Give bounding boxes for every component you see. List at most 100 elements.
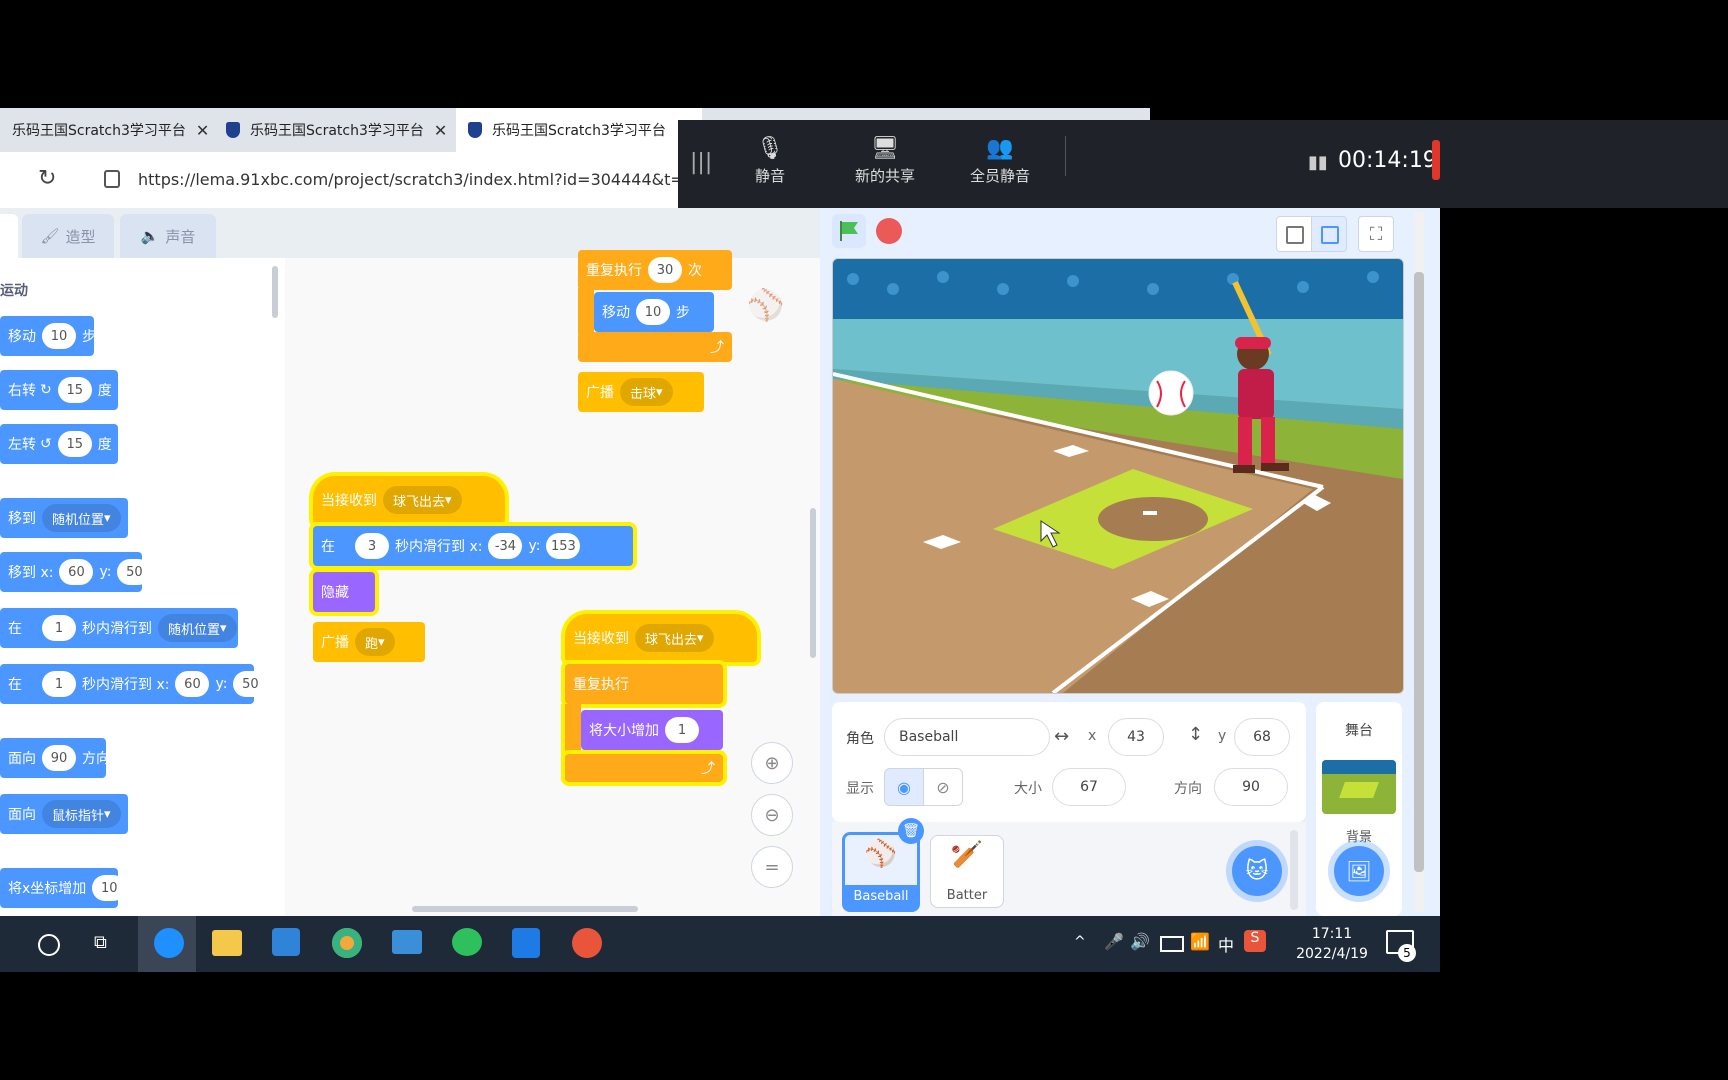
close-icon[interactable]: ✕: [196, 121, 209, 140]
block-dropdown[interactable]: 球飞出去 ▾: [383, 486, 462, 514]
sprite-list-scrollbar[interactable]: [1290, 830, 1298, 910]
palette-block-glide-xy[interactable]: 在 1 秒内滑行到 x: 60 y: 50: [0, 664, 268, 704]
block-broadcast[interactable]: 广播 击球 ▾: [578, 372, 704, 412]
add-sprite-button[interactable]: 🐱: [1232, 846, 1282, 896]
stage-canvas[interactable]: [832, 258, 1404, 694]
block-input[interactable]: 1: [42, 615, 76, 641]
chevron-up-icon[interactable]: ^: [1074, 934, 1086, 950]
palette-scrollbar[interactable]: [272, 266, 278, 318]
script-v-scrollbar[interactable]: [810, 508, 816, 658]
stage-thumbnail[interactable]: [1322, 760, 1396, 814]
block-dropdown[interactable]: 鼠标指针 ▾: [42, 800, 121, 828]
palette-block-point-towards[interactable]: 面向 鼠标指针 ▾: [0, 794, 128, 834]
tab-sounds[interactable]: 🔈 声音: [120, 214, 216, 258]
block-dropdown[interactable]: 跑 ▾: [355, 628, 395, 656]
zoom-reset-button[interactable]: =: [751, 846, 793, 888]
page-scrollbar-thumb[interactable]: [1414, 272, 1424, 872]
palette-block-glide-random[interactable]: 在 1 秒内滑行到 随机位置 ▾: [0, 608, 238, 648]
block-input[interactable]: 10: [42, 323, 76, 349]
block-forever-end[interactable]: ⤴: [565, 754, 723, 782]
sprite-tile-baseball[interactable]: ⚾ Baseball: [842, 832, 920, 912]
task-view-icon[interactable]: ⧉: [94, 932, 107, 953]
mute-button[interactable]: 🎙 静音: [720, 136, 820, 186]
tab-costumes[interactable]: 🖌 造型: [22, 214, 114, 258]
block-input[interactable]: 50: [233, 671, 268, 697]
meeting-app-icon[interactable]: [512, 928, 540, 958]
block-input[interactable]: -34: [488, 533, 523, 559]
end-meeting-button[interactable]: [1432, 140, 1440, 180]
size-input[interactable]: 67: [1052, 768, 1126, 806]
block-input[interactable]: 50: [117, 559, 152, 585]
block-repeat-end[interactable]: ⤴: [578, 332, 732, 362]
block-input[interactable]: 90: [42, 745, 76, 771]
sprite-name-input[interactable]: Baseball: [884, 718, 1050, 756]
color-app-icon[interactable]: [332, 928, 362, 958]
block-repeat[interactable]: 重复执行 30 次: [578, 250, 732, 290]
block-input[interactable]: 1: [42, 671, 76, 697]
block-glide-xy[interactable]: 在 3 秒内滑行到 x: -34 y: 153: [313, 526, 633, 566]
block-hide[interactable]: 隐藏: [313, 572, 375, 612]
clock-time[interactable]: 17:11: [1290, 926, 1374, 942]
close-icon[interactable]: ✕: [434, 121, 447, 140]
palette-block-goto-xy[interactable]: 移到 x: 60 y: 50: [0, 552, 152, 592]
file-explorer-icon[interactable]: [212, 930, 242, 956]
block-move[interactable]: 移动 10 步: [594, 292, 714, 332]
script-area[interactable]: 重复执行 30 次 移动 10 步 ⤴ 广播 击球 ▾ ⚾ 当接收到 球飞出去 …: [285, 250, 820, 916]
ime-indicator[interactable]: 中: [1218, 932, 1234, 956]
block-input[interactable]: 30: [648, 257, 682, 283]
large-stage-button[interactable]: [1311, 216, 1347, 252]
zoom-in-button[interactable]: ⊕: [751, 742, 793, 784]
app-red-icon[interactable]: [572, 928, 602, 958]
block-input[interactable]: 60: [175, 671, 210, 697]
block-input[interactable]: 10: [92, 875, 127, 901]
show-hidden-button[interactable]: ⊘: [923, 768, 963, 806]
block-input[interactable]: 10: [636, 299, 670, 325]
sogou-icon[interactable]: S: [1244, 930, 1266, 952]
block-dropdown[interactable]: 球飞出去 ▾: [635, 624, 714, 652]
fullscreen-button[interactable]: ⛶: [1358, 216, 1394, 252]
block-forever[interactable]: 重复执行: [565, 664, 723, 704]
new-share-button[interactable]: 🖥 新的共享: [835, 136, 935, 186]
show-visible-button[interactable]: ◉: [884, 768, 924, 806]
palette-block-point-direction[interactable]: 面向 90 方向: [0, 738, 110, 778]
block-input[interactable]: 15: [57, 431, 92, 457]
wechat-icon[interactable]: [452, 928, 482, 956]
search-icon[interactable]: [38, 934, 60, 956]
zoom-out-button[interactable]: ⊖: [751, 794, 793, 836]
x-input[interactable]: 43: [1108, 718, 1164, 756]
palette-block-move[interactable]: 移动 10 步: [0, 316, 96, 356]
tab-code[interactable]: [0, 214, 18, 258]
browser-tab-3[interactable]: 乐码王国Scratch3学习平台 ✕: [456, 108, 702, 152]
block-input[interactable]: 1: [665, 717, 699, 743]
block-input[interactable]: 153: [546, 533, 581, 559]
mail-icon[interactable]: [392, 930, 422, 954]
block-dropdown[interactable]: 随机位置 ▾: [158, 614, 237, 642]
url-text[interactable]: https://lema.91xbc.com/project/scratch3/…: [138, 170, 689, 189]
volume-icon[interactable]: 🔊: [1130, 932, 1150, 951]
block-input[interactable]: 60: [59, 559, 94, 585]
wifi-icon[interactable]: 📶: [1190, 932, 1210, 951]
green-flag-button[interactable]: [832, 214, 866, 248]
direction-input[interactable]: 90: [1214, 768, 1288, 806]
sprite-tile-batter[interactable]: 🏏 Batter: [930, 835, 1004, 908]
clock-date[interactable]: 2022/4/19: [1290, 946, 1374, 962]
delete-sprite-button[interactable]: 🗑: [898, 818, 924, 844]
stop-button[interactable]: [876, 218, 902, 244]
battery-icon[interactable]: [1160, 936, 1184, 952]
browser-tab-2[interactable]: 乐码王国Scratch3学习平台 ✕: [222, 108, 454, 152]
block-when-receive[interactable]: 当接收到 球飞出去 ▾: [313, 476, 505, 524]
palette-block-goto[interactable]: 移到 随机位置 ▾: [0, 498, 128, 538]
block-dropdown[interactable]: 击球 ▾: [620, 378, 673, 406]
edge-icon[interactable]: [154, 928, 184, 958]
browser-tab-1[interactable]: 乐码王国Scratch3学习平台 ✕: [0, 108, 222, 152]
mute-all-button[interactable]: 👥 全员静音: [950, 136, 1050, 186]
small-stage-button[interactable]: [1276, 216, 1312, 252]
block-broadcast[interactable]: 广播 跑 ▾: [313, 622, 425, 662]
block-input[interactable]: 3: [355, 533, 389, 559]
reload-icon[interactable]: ↻: [38, 166, 56, 191]
block-input[interactable]: 15: [57, 377, 92, 403]
block-when-receive[interactable]: 当接收到 球飞出去 ▾: [565, 614, 757, 662]
add-backdrop-button[interactable]: 🖼: [1334, 846, 1384, 896]
y-input[interactable]: 68: [1234, 718, 1290, 756]
store-icon[interactable]: [272, 928, 300, 956]
